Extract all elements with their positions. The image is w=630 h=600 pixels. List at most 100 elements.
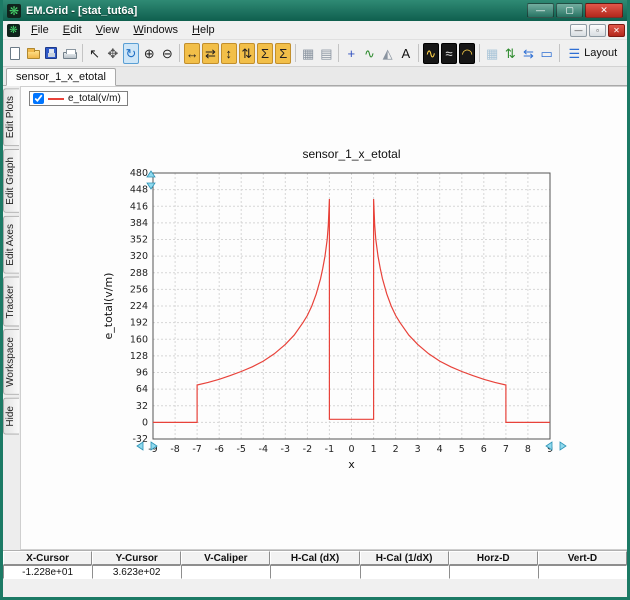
document-tab-bar: sensor_1_x_etotal (3, 67, 627, 86)
expand-y-button[interactable]: ↕ (221, 43, 237, 64)
status-value-cell (181, 565, 270, 579)
status-header-cell: Vert-D (538, 551, 627, 565)
horizontal-caliper-icon: ⇆ (523, 47, 534, 60)
side-tab-workspace[interactable]: Workspace (3, 329, 19, 395)
svg-text:-32: -32 (132, 434, 148, 445)
svg-text:5: 5 (459, 444, 465, 455)
side-tab-edit-plots[interactable]: Edit Plots (3, 88, 19, 146)
svg-text:256: 256 (130, 284, 148, 295)
add-text-button[interactable]: A (398, 43, 414, 64)
menu-edit[interactable]: Edit (56, 22, 89, 38)
svg-text:6: 6 (481, 444, 487, 455)
status-value-cell (360, 565, 449, 579)
layout-button[interactable]: ☰Layout (563, 43, 624, 64)
axes-toggle-button[interactable]: ▤ (318, 43, 334, 64)
side-tab-hide[interactable]: Hide (3, 398, 19, 435)
maximize-button[interactable]: ▢ (556, 3, 583, 18)
toolbar: ↖✥↻⊕⊖↔⇄↕⇅ΣΣ▦▤+∿◭A∿≈◠▦⇅⇆▭☰Layout (3, 40, 627, 67)
select-cursor-button[interactable]: ↖ (87, 43, 103, 64)
zoom-out-button[interactable]: ⊖ (159, 43, 175, 64)
legend-checkbox[interactable] (33, 93, 44, 104)
toolbar-separator (418, 44, 419, 62)
svg-text:-7: -7 (192, 444, 201, 455)
slope-marker-button[interactable]: ◭ (380, 43, 396, 64)
svg-text:384: 384 (130, 218, 148, 229)
svg-text:-2: -2 (303, 444, 312, 455)
toolbar-separator (179, 44, 180, 62)
menu-help[interactable]: Help (185, 22, 222, 38)
legend-line-sample (48, 98, 64, 100)
axes-toggle-icon: ▤ (320, 47, 332, 60)
select-cursor-icon: ↖ (89, 47, 100, 60)
svg-text:288: 288 (130, 268, 148, 279)
status-value-cell: 3.623e+02 (92, 565, 181, 579)
svg-text:1: 1 (371, 444, 377, 455)
status-header-cell: H-Cal (dX) (270, 551, 359, 565)
pan-hand-button[interactable]: ✥ (105, 43, 121, 64)
compress-x-button[interactable]: ⇄ (202, 43, 218, 64)
grid-toggle-icon: ▦ (302, 47, 314, 60)
save-button[interactable] (43, 43, 59, 64)
compress-y-button[interactable]: ⇅ (239, 43, 255, 64)
caliper-table-button[interactable]: ▦ (484, 43, 500, 64)
menu-view[interactable]: View (89, 22, 127, 38)
y-axis-pan-handle[interactable] (147, 171, 155, 189)
add-curve-button[interactable]: ∿ (361, 43, 377, 64)
open-file-icon (27, 50, 40, 59)
document-icon[interactable]: ❋ (7, 24, 20, 37)
mdi-restore-button[interactable]: ▫ (589, 24, 606, 37)
svg-text:8: 8 (525, 444, 531, 455)
spectrum-view-button[interactable]: ◠ (459, 43, 475, 64)
compress-y-icon: ⇅ (241, 47, 252, 60)
menubar: ❋ File Edit View Windows Help — ▫ ✕ (3, 21, 627, 40)
horizontal-caliper-button[interactable]: ⇆ (520, 43, 536, 64)
new-file-button[interactable] (7, 43, 23, 64)
status-header-cell: Horz-D (449, 551, 538, 565)
vertical-caliper-button[interactable]: ⇅ (502, 43, 518, 64)
chart: sensor_1_x_etotal -9-8-7-6-5-4-3-2-10123… (98, 139, 578, 484)
grid-toggle-button[interactable]: ▦ (300, 43, 316, 64)
waveform-view-button[interactable]: ∿ (423, 43, 439, 64)
menu-windows[interactable]: Windows (126, 22, 185, 38)
status-header-cell: X-Cursor (3, 551, 92, 565)
expand-x-button[interactable]: ↔ (184, 43, 200, 64)
new-file-icon (10, 47, 20, 60)
plot-workspace: e_total(v/m) sensor_1_x_etotal -9-8-7-6-… (20, 86, 627, 550)
mdi-minimize-button[interactable]: — (570, 24, 587, 37)
spectrum-view-icon: ◠ (461, 47, 472, 60)
svg-text:160: 160 (130, 334, 148, 345)
main-area: Edit Plots Edit Graph Edit Axes Tracker Work… (3, 86, 627, 550)
side-tab-tracker[interactable]: Tracker (3, 277, 19, 327)
add-marker-button[interactable]: + (343, 43, 359, 64)
pan-hand-icon: ✥ (107, 47, 118, 60)
open-file-button[interactable] (25, 43, 41, 64)
side-tab-edit-graph[interactable]: Edit Graph (3, 149, 19, 213)
zoom-window-button[interactable]: ▭ (539, 43, 555, 64)
svg-text:448: 448 (130, 185, 148, 196)
autoscale-y-button[interactable]: Σ (275, 43, 291, 64)
status-value-cell: -1.228e+01 (3, 565, 92, 579)
autoscale-x-button[interactable]: Σ (257, 43, 273, 64)
svg-text:-5: -5 (236, 444, 245, 455)
zoom-in-button[interactable]: ⊕ (141, 43, 157, 64)
mdi-close-button[interactable]: ✕ (608, 24, 625, 37)
close-button[interactable]: ✕ (585, 3, 623, 18)
toolbar-separator (559, 44, 560, 62)
plot-svg[interactable]: -9-8-7-6-5-4-3-2-10123456789-32032649612… (98, 161, 578, 479)
add-curve-icon: ∿ (364, 47, 375, 60)
toolbar-separator (338, 44, 339, 62)
minimize-button[interactable]: — (527, 3, 554, 18)
svg-text:128: 128 (130, 351, 148, 362)
cursor-status-table: X-CursorY-CursorV-CaliperH-Cal (dX)H-Cal… (3, 550, 627, 579)
y-tick-labels: -320326496128160192224256288320352384416… (130, 168, 148, 445)
print-icon (63, 52, 77, 59)
print-button[interactable] (62, 43, 78, 64)
tab-sensor-1-x-etotal[interactable]: sensor_1_x_etotal (6, 68, 116, 86)
menu-file[interactable]: File (24, 22, 56, 38)
svg-text:2: 2 (393, 444, 399, 455)
waveform-view-icon: ∿ (425, 47, 436, 60)
zoom-extents-button[interactable]: ↻ (123, 43, 139, 64)
envelope-view-button[interactable]: ≈ (441, 43, 457, 64)
status-value-cell (538, 565, 627, 579)
side-tab-edit-axes[interactable]: Edit Axes (3, 216, 19, 274)
